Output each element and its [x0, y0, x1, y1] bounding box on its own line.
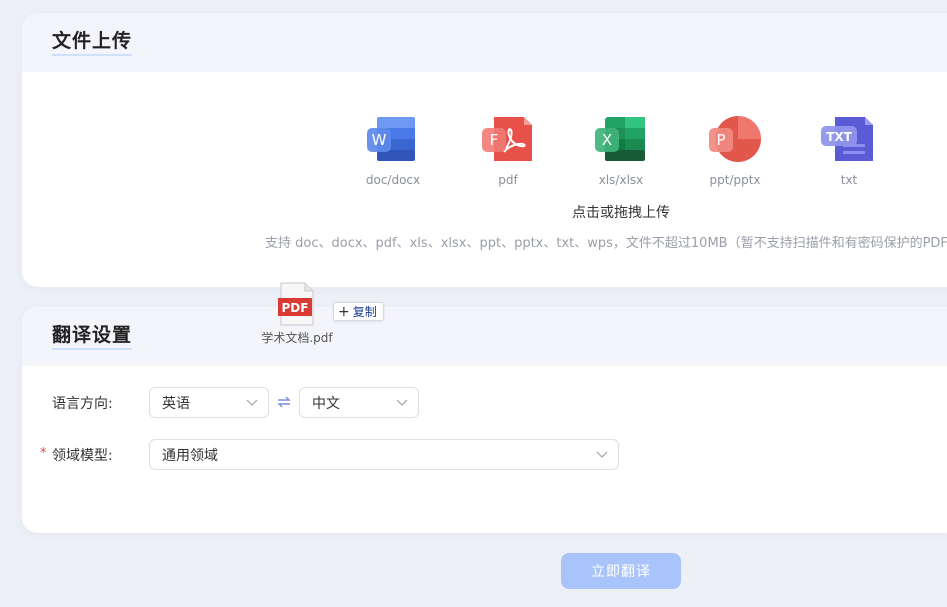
pdf-file-icon-label: PDF: [282, 301, 309, 315]
svg-text:X: X: [602, 131, 612, 149]
svg-text:W: W: [372, 131, 387, 149]
filetype-label: pdf: [498, 173, 518, 187]
chevron-down-icon: [396, 399, 408, 406]
filetype-txt: TXT txt: [809, 114, 889, 187]
upload-description: 支持 doc、docx、pdf、xls、xlsx、ppt、pptx、txt、wp…: [265, 236, 947, 251]
language-direction-label: 语言方向:: [52, 395, 113, 412]
plus-icon: +: [338, 303, 350, 320]
dragged-file[interactable]: PDF 学术文档.pdf: [258, 282, 336, 346]
required-mark: *: [40, 445, 47, 461]
upload-hint[interactable]: 点击或拖拽上传: [22, 202, 947, 222]
chevron-down-icon: [246, 399, 258, 406]
domain-model-select[interactable]: 通用领域: [149, 439, 619, 470]
copy-label: 复制: [352, 305, 377, 319]
translate-now-button[interactable]: 立即翻译: [561, 553, 681, 589]
excel-icon: X: [595, 117, 645, 161]
domain-model-label-text: 领域模型:: [52, 447, 113, 464]
chevron-down-icon: [596, 451, 608, 458]
settings-card-title: 翻译设置: [52, 323, 133, 350]
source-language-select[interactable]: 英语: [149, 387, 269, 418]
filetype-label: doc/docx: [365, 173, 421, 187]
svg-text:TXT: TXT: [826, 130, 852, 144]
swap-icon: [277, 396, 291, 407]
txt-icon: TXT: [821, 117, 873, 161]
word-icon: W: [367, 117, 415, 161]
dragged-file-name: 学术文档.pdf: [261, 331, 333, 345]
target-language-select[interactable]: 中文: [299, 387, 419, 418]
settings-card-header: 翻译设置: [22, 307, 947, 366]
filetype-label: txt: [840, 173, 858, 187]
domain-model-label: * 领域模型:: [22, 445, 149, 465]
pdf-file-icon: PDF: [278, 282, 314, 326]
filetype-pdf: F pdf: [468, 114, 548, 187]
upload-card-header: 文件上传: [22, 13, 947, 72]
svg-text:P: P: [716, 131, 725, 149]
filetype-powerpoint: P ppt/pptx: [695, 114, 775, 187]
copy-badge: + 复制: [333, 302, 384, 321]
target-language-value: 中文: [312, 395, 340, 412]
powerpoint-icon: P: [709, 116, 761, 162]
swap-languages-button[interactable]: [269, 394, 299, 412]
source-language-value: 英语: [162, 395, 190, 412]
filetype-label: xls/xlsx: [598, 173, 644, 187]
domain-model-row: * 领域模型: 通用领域: [22, 439, 619, 470]
upload-card-title: 文件上传: [52, 29, 133, 56]
filetype-excel: X xls/xlsx: [581, 114, 661, 187]
translation-settings-card: 翻译设置 语言方向: 英语 中文 * 领域模型: 通用领域: [22, 307, 947, 533]
file-upload-card: 文件上传 W doc/docx F pdf X xls/xlsx P ppt/p…: [22, 13, 947, 287]
domain-model-value: 通用领域: [162, 447, 218, 464]
svg-text:F: F: [490, 131, 499, 149]
language-direction-row: 语言方向: 英语 中文: [22, 387, 419, 418]
filetype-word: W doc/docx: [353, 114, 433, 187]
filetype-label: ppt/pptx: [709, 173, 761, 187]
pdf-icon: F: [482, 117, 532, 161]
